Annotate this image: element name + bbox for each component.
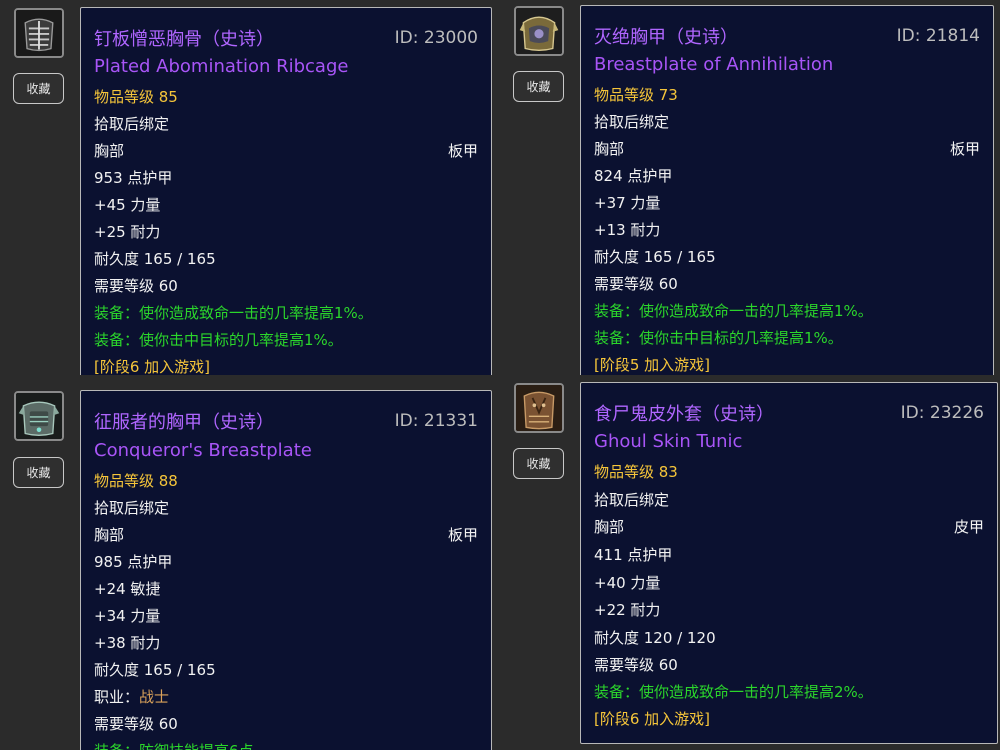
stat: +38 耐力 xyxy=(94,634,161,652)
item-level: 物品等级 88 xyxy=(94,472,178,490)
item-name-cn: 钉板憎恶胸骨（史诗） xyxy=(94,29,274,50)
item-name-cn: 灭绝胸甲（史诗） xyxy=(594,27,738,48)
durability: 耐久度 165 / 165 xyxy=(594,248,716,266)
item-tooltip: ID: 21331 征服者的胸甲（史诗） Conqueror's Breastp… xyxy=(80,390,492,750)
favorite-button[interactable]: 收藏 xyxy=(513,448,564,479)
durability: 耐久度 165 / 165 xyxy=(94,250,216,268)
equip-effect: 装备：使你造成致命一击的几率提高1%。 xyxy=(94,304,373,322)
armor-value: 824 点护甲 xyxy=(594,167,673,185)
item-panel-2: 收藏 ID: 21814 灭绝胸甲（史诗） Breastplate of Ann… xyxy=(500,0,1000,375)
item-panel-3: 收藏 ID: 21331 征服者的胸甲（史诗） Conqueror's Brea… xyxy=(0,375,500,750)
item-name-cn: 食尸鬼皮外套（史诗） xyxy=(594,404,774,425)
item-tooltip: ID: 23000 钉板憎恶胸骨（史诗） Plated Abomination … xyxy=(80,7,492,375)
equip-effect: 装备：防御技能提高6点 xyxy=(94,740,478,750)
slot-row: 胸部 板甲 xyxy=(594,138,980,159)
armor-type: 板甲 xyxy=(949,140,980,158)
equip-effect: 装备：使你造成致命一击的几率提高2%。 xyxy=(594,683,873,701)
conqueror-breastplate-icon[interactable] xyxy=(14,391,64,441)
stat: +45 力量 xyxy=(94,196,161,214)
slot-row: 胸部 皮甲 xyxy=(594,516,984,537)
required-level: 需要等级 60 xyxy=(594,275,678,293)
required-level: 需要等级 60 xyxy=(594,656,678,674)
class-value: 战士 xyxy=(139,688,170,706)
bind-type: 拾取后绑定 xyxy=(594,113,670,131)
item-tooltip: ID: 21814 灭绝胸甲（史诗） Breastplate of Annihi… xyxy=(580,5,994,375)
armor-type: 板甲 xyxy=(447,142,478,160)
class-requirement: 职业：战士 xyxy=(94,686,478,707)
stat: +40 力量 xyxy=(594,574,661,592)
stat: +13 耐力 xyxy=(594,221,661,239)
phase-note: [阶段6 加入游戏] xyxy=(94,358,211,375)
favorite-button[interactable]: 收藏 xyxy=(13,457,64,488)
equip-effect: 装备：使你击中目标的几率提高1%。 xyxy=(94,331,343,349)
armor-type: 皮甲 xyxy=(953,518,984,536)
item-name-en: Breastplate of Annihilation xyxy=(594,54,834,75)
item-tooltip: ID: 23226 食尸鬼皮外套（史诗） Ghoul Skin Tunic 物品… xyxy=(580,382,998,744)
durability: 耐久度 120 / 120 xyxy=(594,629,716,647)
durability: 耐久度 165 / 165 xyxy=(94,661,216,679)
bind-type: 拾取后绑定 xyxy=(594,491,670,509)
ghoul-tunic-icon[interactable] xyxy=(514,383,564,433)
breastplate-annihilation-icon[interactable] xyxy=(514,6,564,56)
stat: +22 耐力 xyxy=(594,601,661,619)
bind-type: 拾取后绑定 xyxy=(94,499,170,517)
class-label: 职业： xyxy=(94,688,140,706)
slot-row: 胸部 板甲 xyxy=(94,524,478,545)
slot: 胸部 xyxy=(94,526,125,544)
armor-value: 411 点护甲 xyxy=(594,546,673,564)
required-level: 需要等级 60 xyxy=(94,715,178,733)
favorite-button[interactable]: 收藏 xyxy=(13,73,64,104)
armor-value: 953 点护甲 xyxy=(94,169,173,187)
phase-note: [阶段5 加入游戏] xyxy=(594,356,711,374)
stat: +34 力量 xyxy=(94,607,161,625)
plated-ribcage-icon[interactable] xyxy=(14,8,64,58)
item-name-en: Conqueror's Breastplate xyxy=(94,440,312,461)
required-level: 需要等级 60 xyxy=(94,277,178,295)
stat: +25 耐力 xyxy=(94,223,161,241)
armor-value: 985 点护甲 xyxy=(94,553,173,571)
bind-type: 拾取后绑定 xyxy=(94,115,170,133)
slot: 胸部 xyxy=(594,518,625,536)
stat: +24 敏捷 xyxy=(94,580,161,598)
item-panel-1: 收藏 ID: 23000 钉板憎恶胸骨（史诗） Plated Abominati… xyxy=(0,0,500,375)
phase-note: [阶段6 加入游戏] xyxy=(594,710,711,728)
item-level: 物品等级 73 xyxy=(594,86,678,104)
armor-type: 板甲 xyxy=(447,526,478,544)
item-level: 物品等级 83 xyxy=(594,463,678,481)
item-name-cn: 征服者的胸甲（史诗） xyxy=(94,412,274,433)
item-name-en: Plated Abomination Ribcage xyxy=(94,56,349,77)
slot-row: 胸部 板甲 xyxy=(94,140,478,161)
slot: 胸部 xyxy=(94,142,125,160)
slot: 胸部 xyxy=(594,140,625,158)
equip-effect: 装备：使你击中目标的几率提高1%。 xyxy=(594,329,843,347)
item-level: 物品等级 85 xyxy=(94,88,178,106)
item-panel-4: 收藏 ID: 23226 食尸鬼皮外套（史诗） Ghoul Skin Tunic… xyxy=(500,375,1000,750)
favorite-button[interactable]: 收藏 xyxy=(513,71,564,102)
stat: +37 力量 xyxy=(594,194,661,212)
equip-effect: 装备：使你造成致命一击的几率提高1%。 xyxy=(594,302,873,320)
item-name-en: Ghoul Skin Tunic xyxy=(594,431,743,452)
